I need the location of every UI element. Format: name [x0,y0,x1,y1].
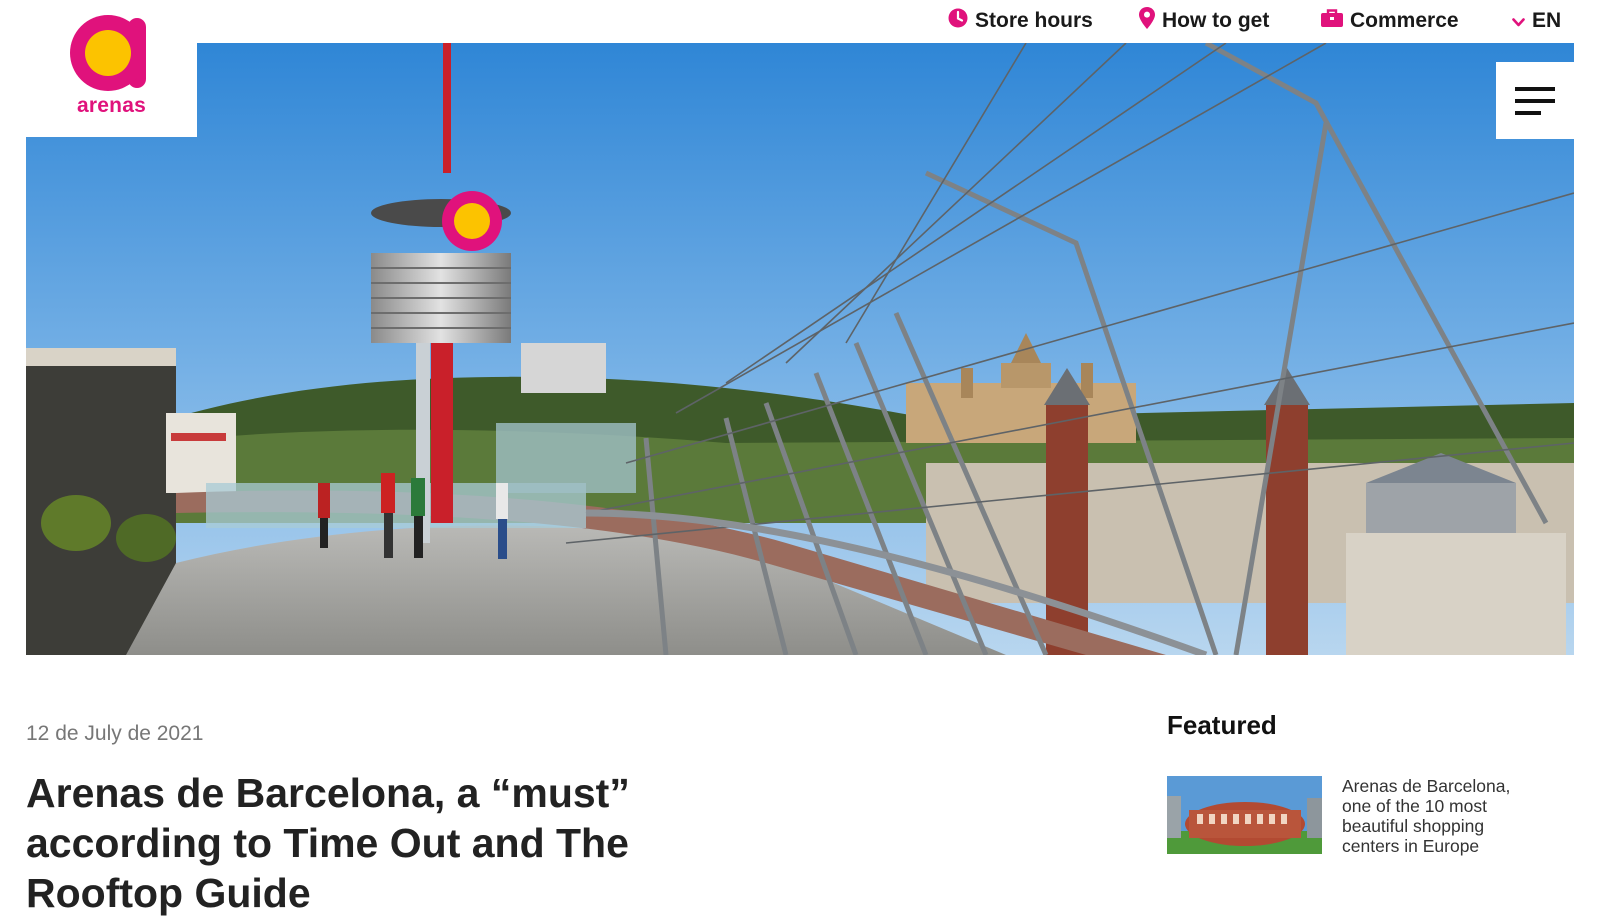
logo-link[interactable]: arenas [26,0,197,137]
article-date: 12 de July de 2021 [26,722,204,745]
chevron-down-icon [1512,9,1525,33]
rooftop-photo [26,43,1574,655]
store-hours-label: Store hours [975,9,1093,32]
logo-wordmark: arenas [77,94,146,117]
shopping-bag-icon [1321,9,1343,33]
article-title: Arenas de Barcelona, a “must” according … [26,770,630,916]
language-selector[interactable]: EN [1512,6,1561,36]
hero-image [26,43,1574,655]
commerce-link[interactable]: Commerce [1321,6,1459,36]
store-hours-link[interactable]: Store hours [948,6,1093,36]
location-pin-icon [1139,7,1155,35]
how-to-get-label: How to get [1162,9,1270,32]
top-navigation: Store hours How to get Commerce EN [0,0,1600,42]
language-label: EN [1532,9,1562,32]
featured-item[interactable]: Arenas de Barcelona, one of the 10 most … [1167,776,1567,856]
clock-icon [948,8,968,34]
menu-button[interactable] [1496,62,1574,139]
logo-icon [69,15,146,91]
featured-item-title[interactable]: Arenas de Barcelona, one of the 10 most … [1342,776,1532,856]
featured-thumbnail[interactable] [1167,776,1322,854]
commerce-label: Commerce [1350,9,1459,32]
hamburger-menu-icon [1515,86,1555,115]
featured-heading: Featured [1167,710,1277,740]
arenas-building-photo [1167,776,1322,854]
how-to-get-link[interactable]: How to get [1139,6,1269,36]
